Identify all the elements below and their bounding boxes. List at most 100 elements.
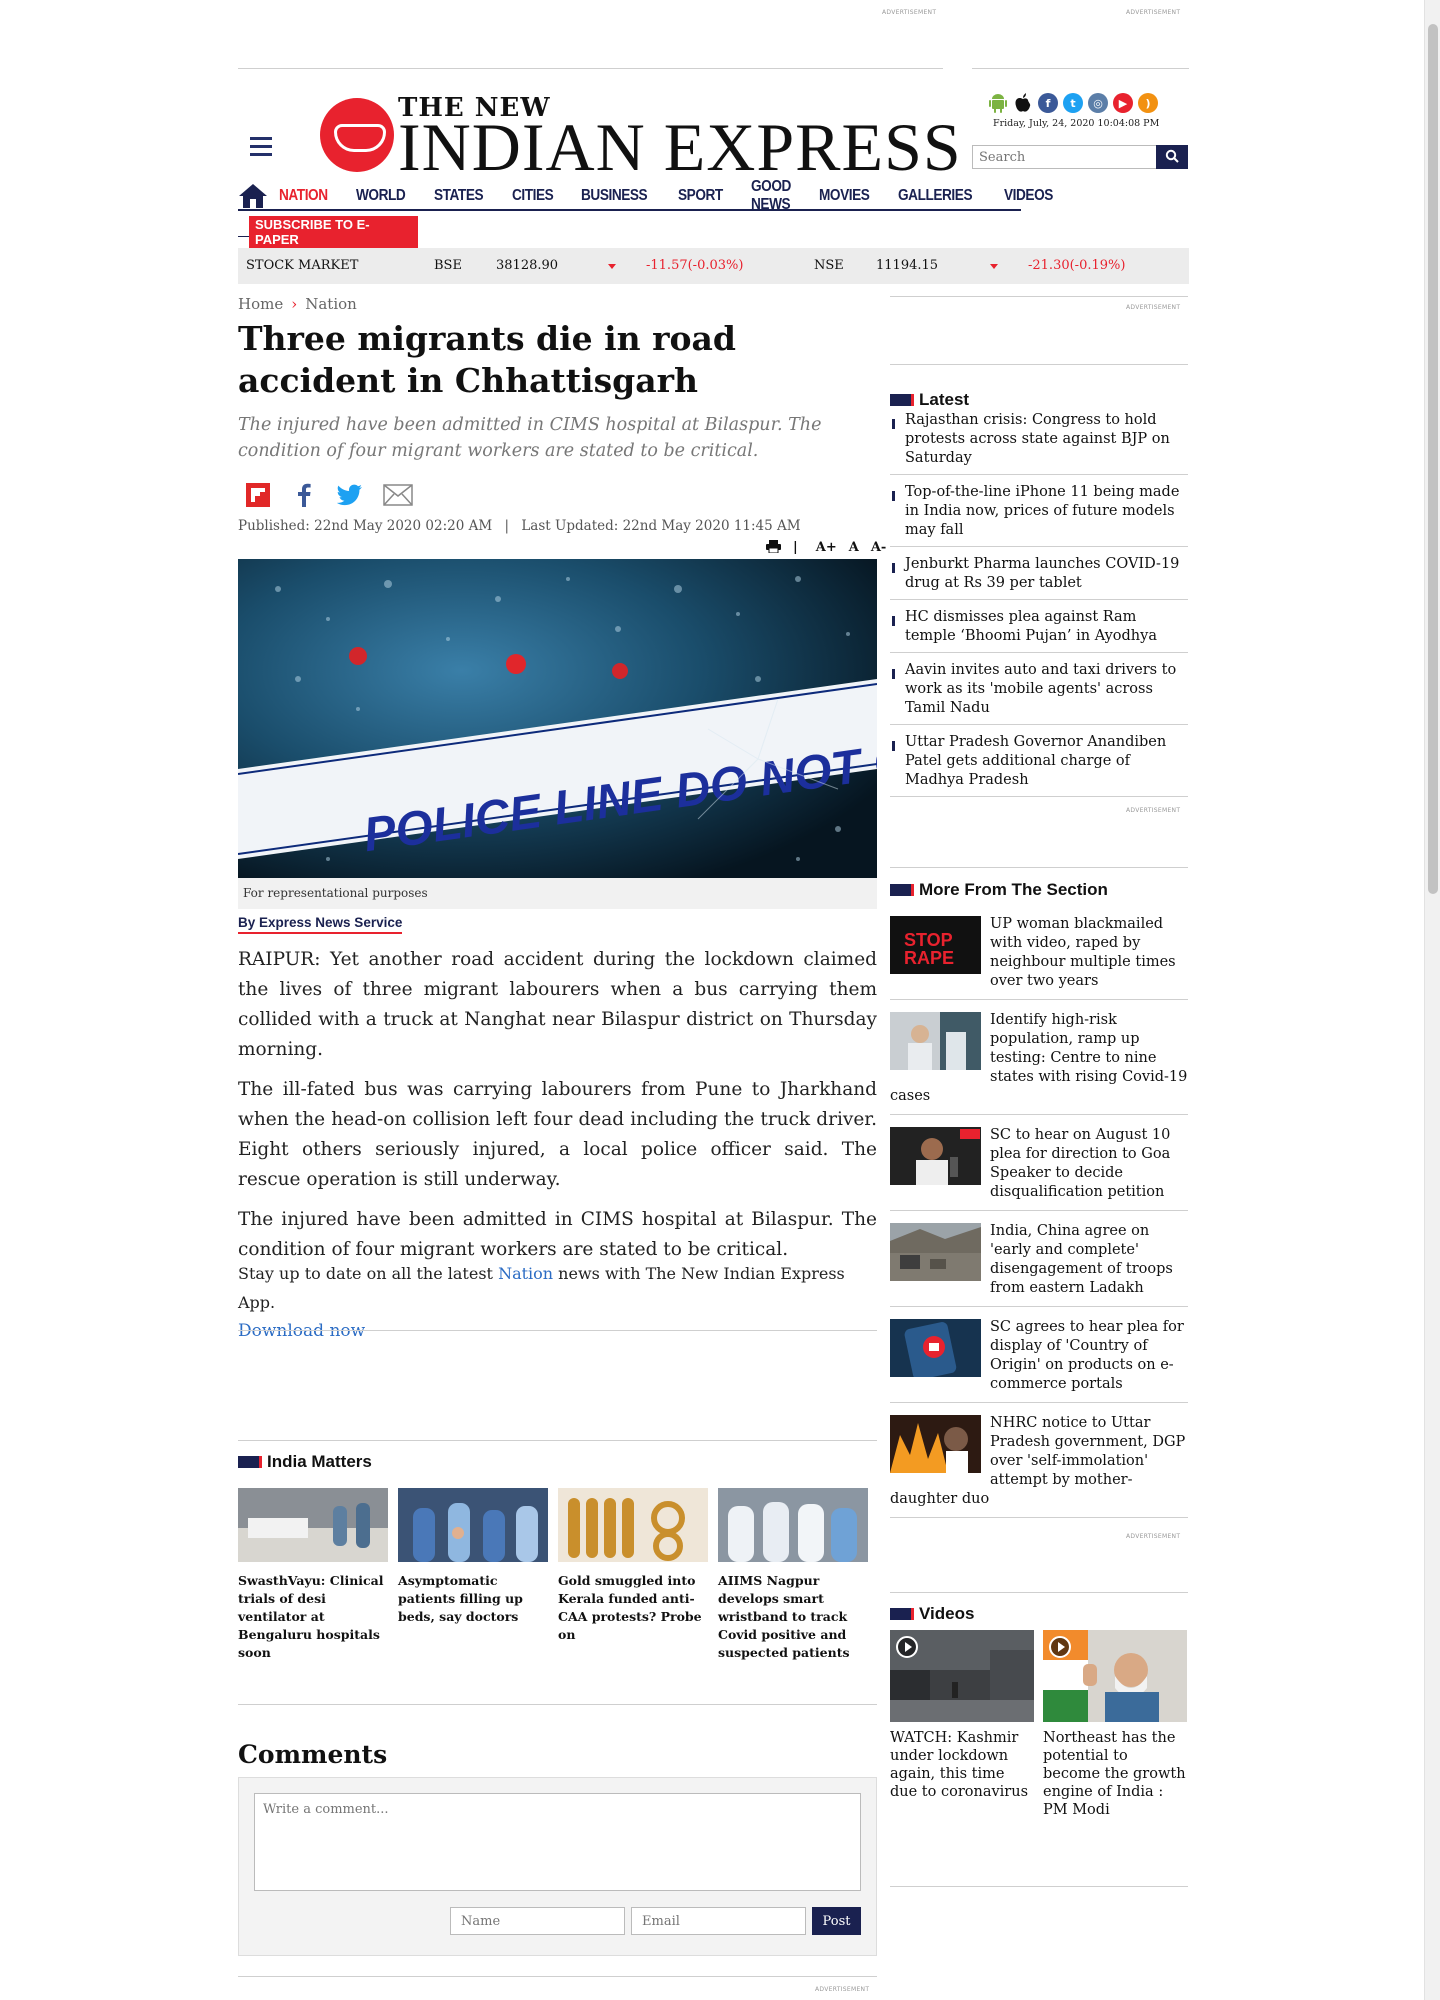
- more-item[interactable]: STOP RAPE UP woman blackmailed with video…: [890, 913, 1188, 1000]
- hamburger-menu-icon[interactable]: [250, 137, 272, 156]
- videos-list: WATCH: Kashmir under lockdown again, thi…: [890, 1630, 1187, 1819]
- section-flag-icon: [890, 884, 914, 896]
- scrollbar-thumb[interactable]: [1428, 24, 1438, 894]
- latest-item[interactable]: Jenburkt Pharma launches COVID-19 drug a…: [890, 552, 1188, 600]
- ad-divider: [238, 68, 943, 69]
- more-item[interactable]: SC to hear on August 10 plea for directi…: [890, 1124, 1188, 1211]
- more-item[interactable]: India, China agree on 'early and complet…: [890, 1220, 1188, 1307]
- bse-down-arrow-icon: [608, 264, 616, 269]
- meta-separator: |: [504, 518, 510, 534]
- facebook-share-icon[interactable]: [291, 482, 317, 508]
- more-item[interactable]: Identify high-risk population, ramp up t…: [890, 1009, 1188, 1115]
- svg-text:RAPE: RAPE: [904, 948, 954, 968]
- more-item[interactable]: SC agrees to hear plea for display of 'C…: [890, 1316, 1188, 1403]
- play-icon[interactable]: [1049, 1636, 1071, 1658]
- videos-heading: Videos: [890, 1604, 974, 1624]
- font-increase-button[interactable]: A+: [816, 540, 837, 557]
- nav-states[interactable]: STATES: [434, 187, 484, 205]
- nav-galleries[interactable]: GALLERIES: [898, 187, 973, 205]
- page-scrollbar[interactable]: [1424, 0, 1440, 2000]
- search-button[interactable]: [1156, 145, 1188, 169]
- tools-separator: |: [793, 540, 798, 555]
- india-matters-card[interactable]: SwasthVayu: Clinical trials of desi vent…: [238, 1488, 388, 1662]
- video-card[interactable]: Northeast has the potential to become th…: [1043, 1630, 1187, 1819]
- facebook-icon[interactable]: f: [1038, 93, 1058, 113]
- nse-change: -21.30(-0.19%): [1028, 258, 1126, 273]
- bse-label: BSE: [434, 258, 462, 273]
- india-matters-card[interactable]: Gold smuggled into Kerala funded anti-CA…: [558, 1488, 708, 1662]
- breadcrumb-home[interactable]: Home: [238, 295, 283, 313]
- more-item[interactable]: NHRC notice to Uttar Pradesh government,…: [890, 1412, 1188, 1518]
- latest-item[interactable]: HC dismisses plea against Ram temple ‘Bh…: [890, 605, 1188, 653]
- twitter-share-icon[interactable]: [337, 482, 363, 508]
- ad-label: Advertisement: [1126, 807, 1181, 814]
- play-icon[interactable]: [896, 1636, 918, 1658]
- twitter-icon[interactable]: t: [1063, 93, 1083, 113]
- more-from-section-list: STOP RAPE UP woman blackmailed with video…: [890, 913, 1188, 1527]
- india-matters-card[interactable]: AIIMS Nagpur develops smart wristband to…: [718, 1488, 868, 1662]
- home-icon[interactable]: [238, 183, 268, 209]
- nav-business[interactable]: BUSINESS: [581, 187, 648, 205]
- latest-item[interactable]: Aavin invites auto and taxi drivers to w…: [890, 658, 1188, 725]
- app-promo: Stay up to date on all the latest Nation…: [238, 1259, 877, 1346]
- apple-icon[interactable]: [1013, 93, 1033, 113]
- ad-label: Advertisement: [1126, 304, 1181, 311]
- nse-value: 11194.15: [876, 258, 939, 273]
- more-item-thumb: STOPRAPE: [890, 916, 981, 974]
- india-matters-thumb: [718, 1488, 868, 1562]
- video-card[interactable]: WATCH: Kashmir under lockdown again, thi…: [890, 1630, 1034, 1819]
- article-paragraph: The ill-fated bus was carrying labourers…: [238, 1079, 877, 1190]
- nav-movies[interactable]: MOVIES: [819, 187, 870, 205]
- india-matters-card[interactable]: Asymptomatic patients filling up beds, s…: [398, 1488, 548, 1662]
- instagram-icon[interactable]: ◎: [1088, 93, 1108, 113]
- subscribe-epaper-button[interactable]: SUBSCRIBE TO E-PAPER: [249, 216, 418, 248]
- more-from-section-heading: More From The Section: [890, 880, 1108, 900]
- comment-name-input[interactable]: [450, 1907, 625, 1935]
- nav-videos[interactable]: VIDEOS: [1004, 187, 1053, 205]
- latest-item[interactable]: Uttar Pradesh Governor Anandiben Patel g…: [890, 730, 1188, 797]
- bse-value: 38128.90: [496, 258, 559, 273]
- article-paragraph: The injured have been admitted in CIMS h…: [238, 1209, 877, 1260]
- nse-down-arrow-icon: [990, 264, 998, 269]
- breadcrumb-nation[interactable]: Nation: [305, 295, 357, 313]
- latest-heading: Latest: [890, 390, 969, 410]
- flipboard-icon[interactable]: [245, 482, 271, 508]
- svg-text:STOP: STOP: [904, 930, 953, 950]
- android-icon[interactable]: [988, 93, 1008, 113]
- sidebar-divider: [890, 1886, 1188, 1887]
- stock-label: STOCK MARKET: [246, 258, 359, 273]
- nav-good-news[interactable]: GOOD NEWS: [751, 178, 791, 214]
- nav-cities[interactable]: CITIES: [512, 187, 554, 205]
- sidebar-divider: [890, 1592, 1188, 1593]
- latest-list: Rajasthan crisis: Congress to hold prote…: [890, 408, 1188, 802]
- print-icon[interactable]: [766, 540, 781, 557]
- font-reset-button[interactable]: A: [849, 540, 859, 557]
- breadcrumb: Home › Nation: [238, 295, 357, 313]
- latest-item[interactable]: Top-of-the-line iPhone 11 being made in …: [890, 480, 1188, 547]
- main-nav: NATION WORLD STATES CITIES BUSINESS SPOR…: [238, 178, 1054, 213]
- nav-nation[interactable]: NATION: [279, 187, 328, 205]
- search-icon: [1165, 149, 1179, 163]
- india-matters-heading: India Matters: [238, 1452, 372, 1472]
- nav-world[interactable]: WORLD: [356, 187, 406, 205]
- more-item-thumb: [890, 1223, 981, 1281]
- section-flag-icon: [890, 1608, 914, 1620]
- post-comment-button[interactable]: Post: [812, 1907, 861, 1935]
- search-input[interactable]: [972, 145, 1157, 169]
- rss-icon[interactable]: ): [1138, 93, 1158, 113]
- latest-item[interactable]: Rajasthan crisis: Congress to hold prote…: [890, 408, 1188, 475]
- email-share-icon[interactable]: [383, 482, 413, 508]
- download-app-link[interactable]: Download now: [238, 1317, 877, 1346]
- comments-title: Comments: [238, 1740, 388, 1769]
- comment-form: Post: [238, 1777, 877, 1956]
- site-logo[interactable]: THE NEW INDIAN EXPRESS: [320, 93, 961, 181]
- comment-email-input[interactable]: [631, 1907, 806, 1935]
- nav-sport[interactable]: SPORT: [678, 187, 723, 205]
- font-decrease-button[interactable]: A-: [871, 540, 886, 557]
- promo-nation-link[interactable]: Nation: [498, 1264, 553, 1283]
- article-byline[interactable]: By Express News Service: [238, 915, 403, 934]
- comment-textarea[interactable]: [254, 1793, 861, 1891]
- article-paragraph: RAIPUR: Yet another road accident during…: [238, 949, 877, 1060]
- youtube-icon[interactable]: ▶: [1113, 93, 1133, 113]
- video-thumb: [1043, 1630, 1187, 1722]
